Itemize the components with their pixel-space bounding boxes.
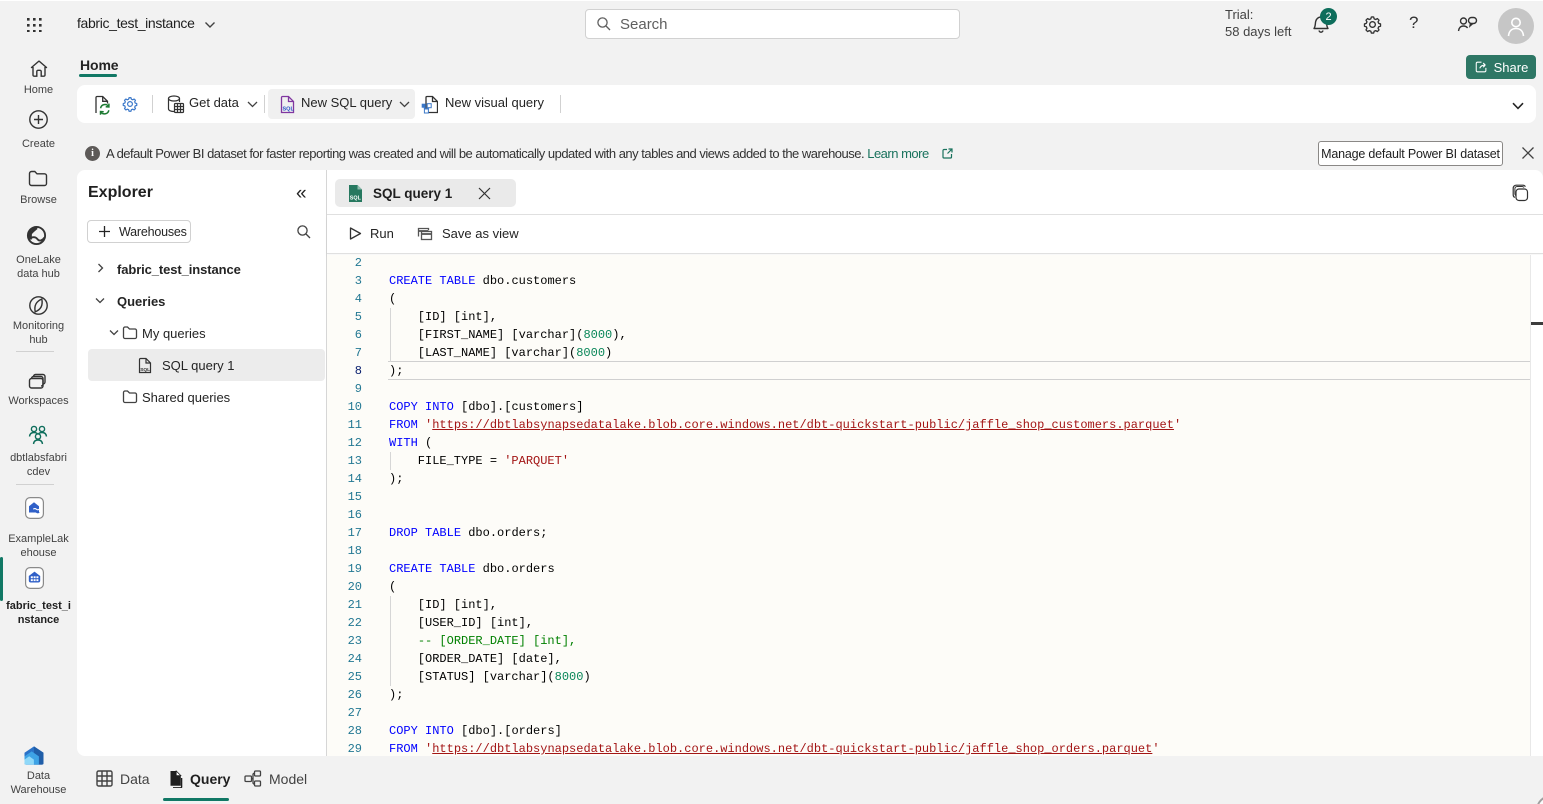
svg-text:SQL: SQL bbox=[350, 195, 362, 201]
svg-text:SQL: SQL bbox=[140, 367, 150, 373]
svg-text:SQL: SQL bbox=[283, 107, 295, 113]
